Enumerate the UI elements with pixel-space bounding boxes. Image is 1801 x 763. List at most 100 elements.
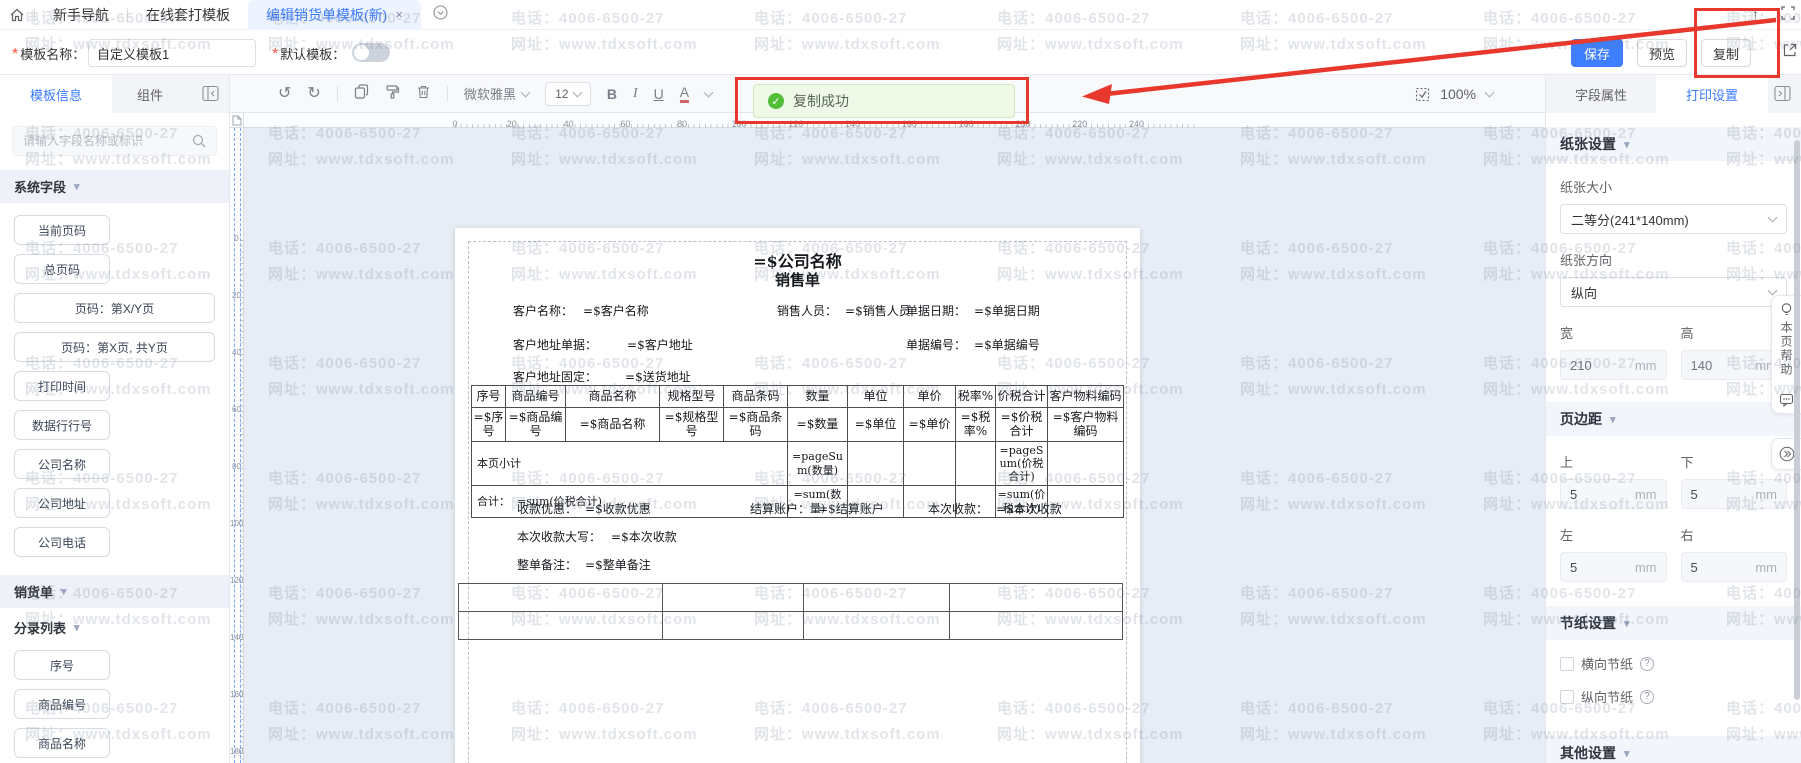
field-button[interactable]: 商品编号 [14,689,110,719]
underline-button[interactable]: U [654,86,664,102]
document-item-table[interactable]: 序号商品编号商品名称规格型号商品条码数量单位单价税率%价税合计客户物料编码 =$… [471,385,1124,518]
zoom-control[interactable]: 100% [1415,75,1493,113]
checkbox-vertical-saving[interactable] [1560,690,1574,704]
undo-icon[interactable]: ↺ [278,86,291,102]
field-button[interactable]: 数据行行号 [14,410,110,440]
field-button[interactable]: 商品名称 [14,728,110,758]
field-search-box[interactable] [12,126,217,156]
section-more-settings[interactable]: 其他设置▾ [1546,736,1801,763]
doc-received-capital-field[interactable]: 本次收款大写：=$本次收款 [517,528,677,545]
tab-print-settings[interactable]: 打印设置 [1656,75,1768,113]
doc-customer-field[interactable]: 客户名称：=$客户名称 [513,302,649,319]
margin-bottom-input[interactable]: 5mm [1681,479,1788,509]
table-data-cell[interactable]: =$数量 [788,408,848,442]
paper-orientation-select[interactable]: 纵向 [1560,277,1787,307]
field-button[interactable]: 公司名称 [14,449,110,479]
home-icon [9,7,25,23]
field-button[interactable]: 公司地址 [14,488,110,518]
table-data-cell[interactable]: =$税率% [956,408,996,442]
field-button[interactable]: 页码：第X页, 共Y页 [14,332,215,362]
checkbox-horizontal-saving[interactable] [1560,657,1574,671]
doc-address-doc-field[interactable]: 客户地址单据：=$客户地址 [513,336,693,353]
field-button[interactable]: 打印时间 [14,371,110,401]
field-button[interactable]: 总页码 [14,254,110,284]
default-template-toggle[interactable] [352,43,390,62]
section-page-margins[interactable]: 页边距▾ [1546,402,1801,436]
margin-left-input[interactable]: 5mm [1560,552,1667,582]
table-data-cell[interactable]: =$规格型号 [660,408,724,442]
doc-account-field[interactable]: 结算账户：=$结算账户 [750,500,884,517]
doc-received-field[interactable]: 本次收款：=$本次收款 [928,500,1062,517]
doc-remark-field[interactable]: 整单备注：=$整单备注 [517,556,651,573]
field-button[interactable]: 公司电话 [14,527,110,557]
close-tab-icon[interactable]: × [395,0,403,30]
format-painter-icon[interactable] [385,84,400,104]
pagesum-amount-cell[interactable]: =pageSum(价税合计) [996,441,1048,486]
field-search-input[interactable] [23,134,192,148]
copy-element-icon[interactable] [354,84,369,104]
preview-button[interactable]: 预览 [1637,39,1687,67]
doc-title-field[interactable]: 销售单 [455,269,1140,290]
vertical-paper-saving-row[interactable]: 纵向节纸 ? [1560,687,1801,706]
table-data-cell[interactable]: =$价税合计 [996,408,1048,442]
table-data-cell[interactable]: =$商品编号 [506,408,566,442]
collapse-sidebar-icon[interactable] [202,85,219,107]
designer-main: ↺ ↻ 微软雅黑 12 B I U A 100% 02 [230,75,1545,763]
section-system-fields[interactable]: 系统字段▾ [0,170,229,203]
tab-edit-template[interactable]: 编辑销货单模板(新) × [248,0,421,30]
tab-template-info[interactable]: 模板信息 [0,75,112,113]
help-question-icon[interactable]: ? [1640,657,1654,671]
copy-button[interactable]: 复制 [1701,39,1751,67]
italic-button[interactable]: I [633,86,638,102]
section-sales-order[interactable]: 销货单▾ [0,575,229,608]
fit-canvas-icon[interactable] [1415,87,1430,102]
font-family-select[interactable]: 微软雅黑 [464,84,529,103]
open-new-window-icon[interactable] [1782,42,1798,63]
margin-top-input[interactable]: 5mm [1560,479,1667,509]
tab-newbie-nav[interactable]: 新手导航 [35,0,127,30]
table-data-cell[interactable]: =$商品条码 [724,408,788,442]
save-button[interactable]: 保存 [1571,39,1623,67]
template-page[interactable]: =$公司名称 销售单 客户名称：=$客户名称 销售人员：=$销售人员 单据日期：… [455,228,1140,763]
panel-scrollbar[interactable] [1794,140,1800,700]
section-paper-saving[interactable]: 节纸设置▾ [1546,606,1801,640]
font-color-button[interactable]: A [680,84,689,103]
pagesum-qty-cell[interactable]: =pageSum(数量) [788,441,848,486]
table-data-cell[interactable]: =$序号 [472,408,506,442]
doc-date-field[interactable]: 单据日期：=$单据日期 [906,302,1040,319]
table-data-cell[interactable]: =$商品名称 [566,408,660,442]
collapse-up-icon[interactable]: ↑ [1752,6,1759,23]
doc-address-fixed-field[interactable]: 客户地址固定：=$送货地址 [513,368,691,385]
document-footer-table[interactable] [458,583,1123,640]
tab-field-properties[interactable]: 字段属性 [1546,75,1656,113]
tab-list-dropdown-icon[interactable] [433,5,448,25]
collapse-panel-icon[interactable] [1774,85,1791,107]
bold-button[interactable]: B [607,86,617,102]
field-button[interactable]: 页码：第X/Y页 [14,293,215,323]
fullscreen-icon[interactable] [1781,6,1795,23]
section-paper-settings[interactable]: 纸张设置▾ [1546,127,1801,161]
table-data-cell[interactable]: =$单价 [904,408,956,442]
margin-right-input[interactable]: 5mm [1681,552,1788,582]
font-size-select[interactable]: 12 [545,82,591,106]
home-button[interactable] [0,0,34,30]
design-canvas[interactable]: 020406080100120140160180200220240 020406… [230,113,1545,763]
tab-components[interactable]: 组件 [112,75,188,113]
field-button[interactable]: 当前页码 [14,215,110,245]
table-data-cell[interactable]: =$单位 [848,408,904,442]
help-question-icon[interactable]: ? [1640,690,1654,704]
pagesum-label-cell[interactable]: 本页小计 [472,441,788,486]
doc-discount-field[interactable]: 收款优惠：=$收款优惠 [517,500,651,517]
tab-online-templates[interactable]: 在线套打模板 [128,0,248,30]
field-button[interactable]: 序号 [14,650,110,680]
redo-icon[interactable]: ↻ [307,86,320,102]
template-name-input[interactable] [88,39,256,67]
section-entry-list[interactable]: 分录列表▾ [0,612,229,642]
delete-icon[interactable] [416,84,431,104]
paper-size-select[interactable]: 二等分(241*140mm) [1560,204,1787,234]
table-data-cell[interactable]: =$客户物料编码 [1048,408,1124,442]
doc-seller-field[interactable]: 销售人员：=$销售人员 [777,302,911,319]
feedback-chat-icon[interactable] [1779,392,1794,407]
horizontal-paper-saving-row[interactable]: 横向节纸 ? [1560,654,1801,673]
doc-order-no-field[interactable]: 单据编号：=$单据编号 [906,336,1040,353]
